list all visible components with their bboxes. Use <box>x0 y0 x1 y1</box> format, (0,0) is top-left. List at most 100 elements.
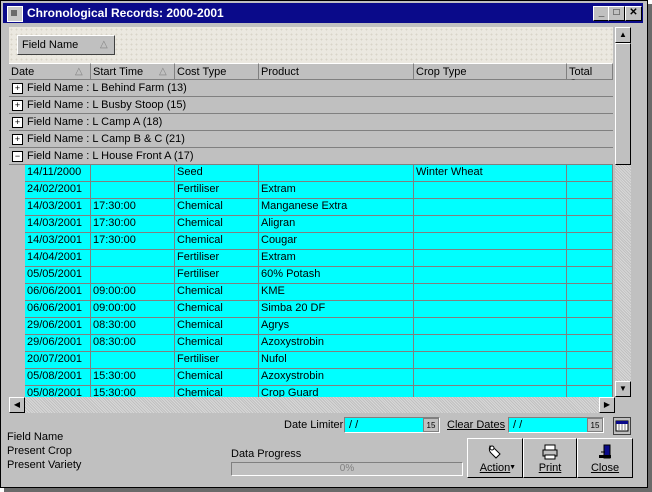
table-cell[interactable] <box>567 352 613 369</box>
column-header-crop-type[interactable]: Crop Type <box>414 63 567 80</box>
table-cell[interactable]: Nufol <box>259 352 414 369</box>
table-cell[interactable]: 14/11/2000 <box>25 165 91 182</box>
table-cell[interactable]: Fertiliser <box>175 352 259 369</box>
table-cell[interactable] <box>414 250 567 267</box>
table-cell[interactable]: 20/07/2001 <box>25 352 91 369</box>
group-row[interactable]: + Field Name : L Behind Farm (13) <box>9 80 613 97</box>
table-cell[interactable]: Extram <box>259 250 414 267</box>
table-cell[interactable] <box>414 369 567 386</box>
table-cell[interactable]: Cougar <box>259 233 414 250</box>
table-cell[interactable]: Azoxystrobin <box>259 369 414 386</box>
table-cell[interactable]: 09:00:00 <box>91 301 175 318</box>
table-cell[interactable]: Chemical <box>175 318 259 335</box>
table-cell[interactable]: Simba 20 DF <box>259 301 414 318</box>
table-row[interactable]: 05/08/2001 15:30:00 Chemical Azoxystrobin <box>25 369 613 386</box>
table-cell[interactable]: Chemical <box>175 216 259 233</box>
table-cell[interactable]: KME <box>259 284 414 301</box>
table-cell[interactable] <box>567 165 613 182</box>
column-header-date[interactable]: Date △ <box>9 63 91 80</box>
table-cell[interactable] <box>414 182 567 199</box>
table-cell[interactable] <box>414 335 567 352</box>
table-cell[interactable] <box>414 352 567 369</box>
column-header-cost-type[interactable]: Cost Type <box>175 63 259 80</box>
table-cell[interactable] <box>91 165 175 182</box>
table-cell[interactable]: 05/05/2001 <box>25 267 91 284</box>
group-row[interactable]: + Field Name : L Camp B & C (21) <box>9 131 613 148</box>
table-cell[interactable]: Seed <box>175 165 259 182</box>
table-cell[interactable]: Extram <box>259 182 414 199</box>
horizontal-scrollbar[interactable]: ◀ ▶ <box>9 397 615 413</box>
table-cell[interactable] <box>567 335 613 352</box>
table-cell[interactable]: Chemical <box>175 335 259 352</box>
table-cell[interactable]: Winter Wheat <box>414 165 567 182</box>
vertical-scrollbar[interactable]: ▲ ▼ <box>615 27 631 397</box>
table-row[interactable]: 06/06/2001 09:00:00 Chemical Simba 20 DF <box>25 301 613 318</box>
column-header-total-cost[interactable]: Total Cos <box>567 63 613 90</box>
table-cell[interactable]: 08:30:00 <box>91 318 175 335</box>
table-cell[interactable]: Fertiliser <box>175 182 259 199</box>
table-cell[interactable] <box>414 267 567 284</box>
calendar-icon[interactable]: 15 <box>423 418 439 432</box>
table-cell[interactable] <box>91 182 175 199</box>
clear-dates-link[interactable]: Clear Dates <box>447 419 505 431</box>
table-cell[interactable]: Chemical <box>175 199 259 216</box>
table-cell[interactable] <box>567 216 613 233</box>
table-row[interactable]: 29/06/2001 08:30:00 Chemical Azoxystrobin <box>25 335 613 352</box>
table-cell[interactable] <box>91 352 175 369</box>
table-cell[interactable] <box>91 267 175 284</box>
collapse-icon[interactable]: − <box>12 151 23 162</box>
table-cell[interactable]: 14/03/2001 <box>25 233 91 250</box>
table-row[interactable]: 14/03/2001 17:30:00 Chemical Cougar <box>25 233 613 250</box>
table-row[interactable]: 24/02/2001 Fertiliser Extram <box>25 182 613 199</box>
scroll-right-arrow-icon[interactable]: ▶ <box>599 397 615 413</box>
group-row[interactable]: − Field Name : L House Front A (17) <box>9 148 613 165</box>
table-row[interactable]: 29/06/2001 08:30:00 Chemical Agrys <box>25 318 613 335</box>
table-cell[interactable] <box>414 284 567 301</box>
expand-icon[interactable]: + <box>12 100 23 111</box>
table-cell[interactable]: Azoxystrobin <box>259 335 414 352</box>
table-cell[interactable]: Chemical <box>175 369 259 386</box>
table-cell[interactable]: 06/06/2001 <box>25 284 91 301</box>
table-cell[interactable]: 15:30:00 <box>91 369 175 386</box>
table-cell[interactable]: Fertiliser <box>175 250 259 267</box>
group-row[interactable]: + Field Name : L Camp A (18) <box>9 114 613 131</box>
table-cell[interactable] <box>414 216 567 233</box>
table-row[interactable]: 14/04/2001 Fertiliser Extram <box>25 250 613 267</box>
table-cell[interactable]: 17:30:00 <box>91 216 175 233</box>
table-cell[interactable]: Fertiliser <box>175 267 259 284</box>
calendar-picker-button[interactable] <box>613 417 631 435</box>
table-cell[interactable]: 29/06/2001 <box>25 318 91 335</box>
close-button[interactable]: Close <box>577 438 633 478</box>
action-button[interactable]: Action ▼ <box>467 438 523 478</box>
clear-dates-input[interactable]: / / 15 <box>508 417 604 433</box>
table-cell[interactable]: 05/08/2001 <box>25 369 91 386</box>
table-cell[interactable]: Manganese Extra <box>259 199 414 216</box>
table-cell[interactable] <box>567 250 613 267</box>
table-cell[interactable]: 17:30:00 <box>91 199 175 216</box>
table-cell[interactable] <box>567 233 613 250</box>
table-cell[interactable] <box>414 199 567 216</box>
table-cell[interactable] <box>567 369 613 386</box>
column-header-product[interactable]: Product <box>259 63 414 80</box>
table-cell[interactable]: 60% Potash <box>259 267 414 284</box>
table-cell[interactable]: 17:30:00 <box>91 233 175 250</box>
table-cell[interactable]: 08:30:00 <box>91 335 175 352</box>
table-row[interactable]: 14/03/2001 17:30:00 Chemical Manganese Extr… <box>25 199 613 216</box>
table-cell[interactable] <box>567 199 613 216</box>
scroll-down-arrow-icon[interactable]: ▼ <box>615 381 631 397</box>
table-row[interactable]: 14/03/2001 17:30:00 Chemical Aligran <box>25 216 613 233</box>
table-cell[interactable]: 14/04/2001 <box>25 250 91 267</box>
maximize-button[interactable]: □ <box>608 6 625 21</box>
table-row[interactable]: 14/11/2000 Seed Winter Wheat <box>25 165 613 182</box>
table-cell[interactable]: Agrys <box>259 318 414 335</box>
expand-icon[interactable]: + <box>12 117 23 128</box>
scroll-left-arrow-icon[interactable]: ◀ <box>9 397 25 413</box>
table-cell[interactable] <box>414 301 567 318</box>
table-row[interactable]: 20/07/2001 Fertiliser Nufol <box>25 352 613 369</box>
table-cell[interactable]: 24/02/2001 <box>25 182 91 199</box>
calendar-icon[interactable]: 15 <box>587 418 603 432</box>
table-cell[interactable] <box>567 267 613 284</box>
expand-icon[interactable]: + <box>12 83 23 94</box>
scroll-thumb[interactable] <box>615 43 631 165</box>
table-cell[interactable]: 09:00:00 <box>91 284 175 301</box>
